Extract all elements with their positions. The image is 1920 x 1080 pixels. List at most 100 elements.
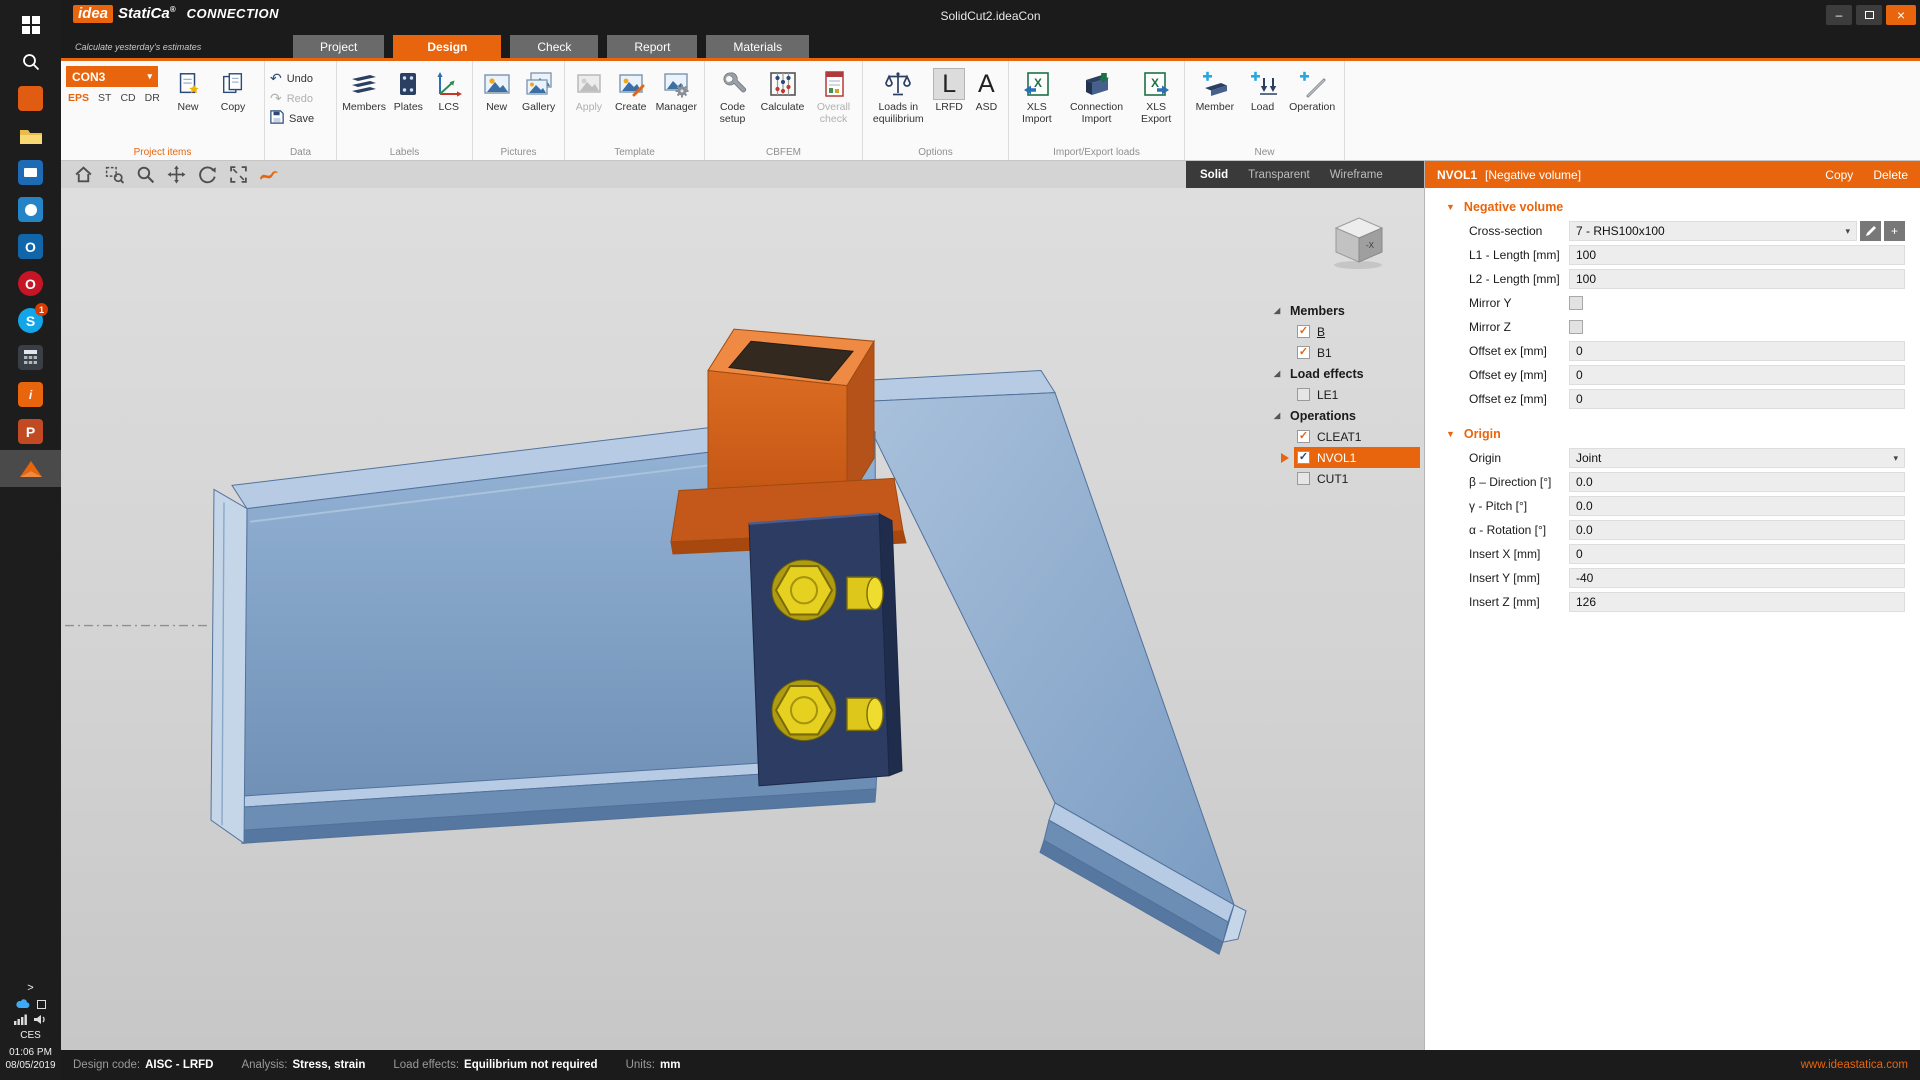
checkbox-unchecked[interactable] [1297, 388, 1310, 401]
tray-window-icon[interactable] [36, 999, 46, 1009]
taskbar-idea-app[interactable]: i [0, 376, 61, 413]
zoom-button[interactable] [131, 163, 159, 187]
tab-report[interactable]: Report [607, 35, 698, 58]
minimize-button[interactable]: – [1826, 5, 1852, 25]
tray-expand-chevron[interactable]: > [27, 982, 33, 994]
connection-import-button[interactable]: Connection Import [1063, 66, 1131, 125]
taskbar-app-orange[interactable] [0, 80, 61, 117]
rotate-button[interactable] [193, 163, 221, 187]
lrfd-button[interactable]: L LRFD [932, 66, 967, 114]
zoom-fit-button[interactable] [224, 163, 252, 187]
tree-item-nvol1[interactable]: ✓ NVOL1 [1294, 447, 1420, 468]
start-menu-button[interactable] [0, 6, 61, 43]
tab-design[interactable]: Design [393, 35, 502, 58]
volume-icon[interactable] [34, 1014, 47, 1025]
checkbox-checked[interactable]: ✓ [1297, 451, 1310, 464]
offset-ey-input[interactable] [1569, 365, 1905, 385]
gamma-pitch-input[interactable] [1569, 496, 1905, 516]
asd-button[interactable]: A ASD [970, 66, 1003, 114]
tab-check[interactable]: Check [510, 35, 599, 58]
insert-x-input[interactable] [1569, 544, 1905, 564]
insert-z-input[interactable] [1569, 592, 1905, 612]
template-apply-button[interactable]: Apply [570, 66, 608, 114]
tree-item-cleat1[interactable]: ✓ CLEAT1 [1294, 426, 1420, 447]
taskbar-app-blue[interactable] [0, 154, 61, 191]
tree-node-operations[interactable]: ◢ Operations [1274, 405, 1420, 426]
delete-operation-button[interactable]: Delete [1873, 168, 1908, 182]
network-icon[interactable] [14, 1014, 27, 1025]
taskbar-outlook[interactable]: O [0, 228, 61, 265]
taskbar-search-button[interactable] [0, 43, 61, 80]
taskbar-clock[interactable]: 01:06 PM 08/05/2019 [5, 1046, 55, 1072]
tree-node-load-effects[interactable]: ◢ Load effects [1274, 363, 1420, 384]
taskbar-opera[interactable]: O [0, 265, 61, 302]
mirror-z-checkbox[interactable] [1569, 320, 1583, 334]
zoom-window-button[interactable] [100, 163, 128, 187]
section-negative-volume[interactable]: ▼ Negative volume [1425, 194, 1920, 219]
pan-button[interactable] [162, 163, 190, 187]
taskbar-powerpoint[interactable]: P [0, 413, 61, 450]
edit-cross-section-button[interactable] [1860, 221, 1881, 241]
taskbar-file-explorer[interactable] [0, 117, 61, 154]
tree-item-cut1[interactable]: CUT1 [1294, 468, 1420, 489]
offset-ex-input[interactable] [1569, 341, 1905, 361]
template-create-button[interactable]: Create [611, 66, 651, 114]
xls-export-button[interactable]: X XLS Export [1133, 66, 1179, 125]
picture-new-button[interactable]: New [478, 66, 515, 114]
website-link[interactable]: www.ideastatica.com [1801, 1059, 1908, 1071]
l2-length-input[interactable] [1569, 269, 1905, 289]
mode-dr[interactable]: DR [145, 92, 160, 104]
axis-cube[interactable]: -X [1328, 210, 1392, 270]
origin-select[interactable]: Joint ▾ [1569, 448, 1905, 468]
taskbar-idea-connection-active[interactable] [0, 450, 61, 487]
mode-cd[interactable]: CD [120, 92, 135, 104]
tab-project[interactable]: Project [293, 35, 385, 58]
cross-section-select[interactable]: 7 - RHS100x100 ▾ [1569, 221, 1857, 241]
labels-lcs-button[interactable]: LCS [431, 66, 467, 114]
view-home-button[interactable] [69, 163, 97, 187]
picture-gallery-button[interactable]: Gallery [518, 66, 559, 114]
xls-import-button[interactable]: X XLS Import [1014, 66, 1060, 125]
taskbar-calculator[interactable] [0, 339, 61, 376]
connection-selector[interactable]: CON3 ▾ [66, 66, 158, 87]
code-setup-button[interactable]: Code setup [710, 66, 755, 125]
new-project-item-button[interactable]: New [167, 66, 209, 114]
new-operation-button[interactable]: Operation [1285, 66, 1339, 114]
section-origin[interactable]: ▼ Origin [1425, 421, 1920, 446]
model-canvas[interactable]: -X ◢ Members ✓ B ✓ B1 ◢ Load effects LE1… [61, 188, 1424, 1050]
checkbox-checked[interactable]: ✓ [1297, 325, 1310, 338]
alpha-rotation-input[interactable] [1569, 520, 1905, 540]
l1-length-input[interactable] [1569, 245, 1905, 265]
tree-item-b[interactable]: ✓ B [1294, 321, 1420, 342]
calculate-button[interactable]: Calculate [758, 66, 807, 114]
loads-in-equilibrium-button[interactable]: Loads in equilibrium [868, 66, 929, 125]
mode-eps[interactable]: EPS [68, 92, 89, 104]
offset-ez-input[interactable] [1569, 389, 1905, 409]
labels-members-button[interactable]: Members [342, 66, 386, 114]
render-mode-wireframe[interactable]: Wireframe [1330, 169, 1383, 181]
labels-plates-button[interactable]: Plates [389, 66, 427, 114]
paint-results-button[interactable] [255, 163, 283, 187]
checkbox-checked[interactable]: ✓ [1297, 346, 1310, 359]
render-mode-transparent[interactable]: Transparent [1248, 169, 1310, 181]
redo-button[interactable]: ↷ Redo [270, 89, 313, 108]
tab-materials[interactable]: Materials [706, 35, 810, 58]
new-load-button[interactable]: Load [1243, 66, 1283, 114]
tree-item-b1[interactable]: ✓ B1 [1294, 342, 1420, 363]
add-cross-section-button[interactable]: + [1884, 221, 1905, 241]
mode-st[interactable]: ST [98, 92, 111, 104]
cloud-icon[interactable] [15, 999, 30, 1009]
save-button[interactable]: Save [270, 109, 314, 128]
new-member-button[interactable]: Member [1190, 66, 1240, 114]
checkbox-checked[interactable]: ✓ [1297, 430, 1310, 443]
taskbar-photos-app[interactable] [0, 191, 61, 228]
tree-node-members[interactable]: ◢ Members [1274, 300, 1420, 321]
beta-direction-input[interactable] [1569, 472, 1905, 492]
checkbox-unchecked[interactable] [1297, 472, 1310, 485]
taskbar-skype[interactable]: S1 [0, 302, 61, 339]
maximize-button[interactable] [1856, 5, 1882, 25]
insert-y-input[interactable] [1569, 568, 1905, 588]
tree-item-le1[interactable]: LE1 [1294, 384, 1420, 405]
render-mode-solid[interactable]: Solid [1200, 169, 1228, 181]
overall-check-button[interactable]: Overall check [810, 66, 857, 125]
